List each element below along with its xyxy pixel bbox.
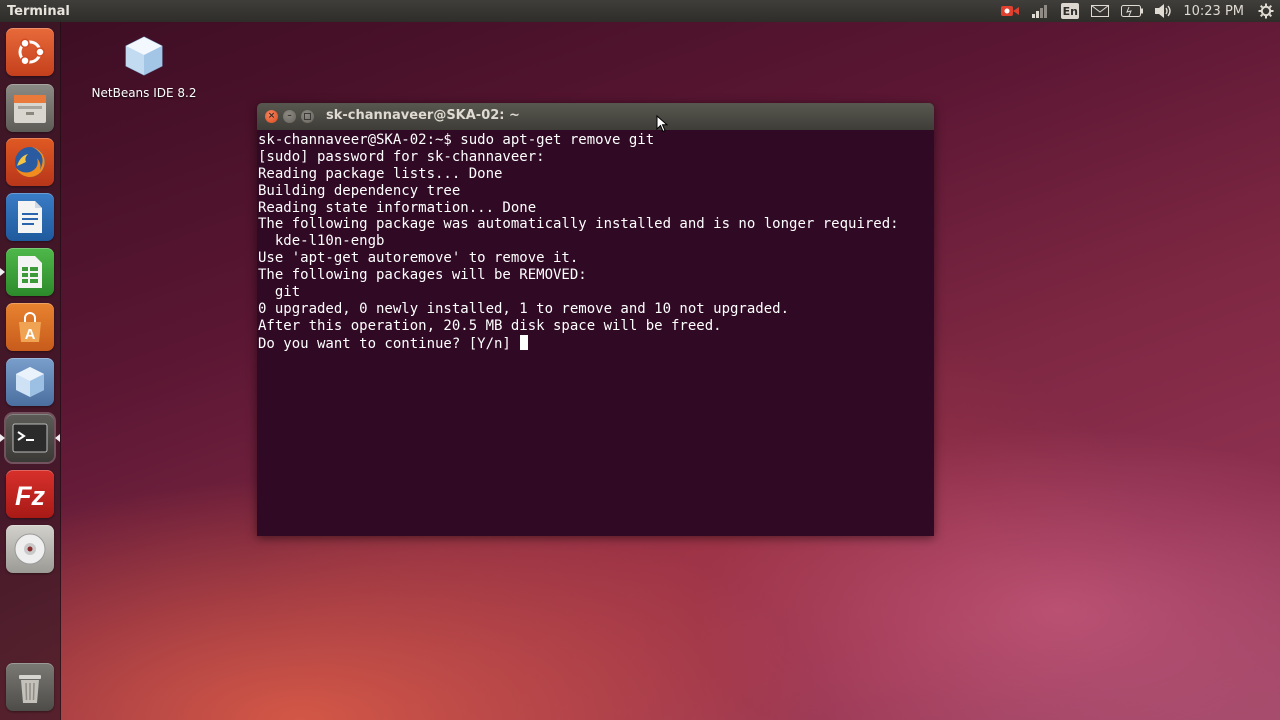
terminal-line: sk-channaveer@SKA-02:~$ sudo apt-get rem… <box>258 132 655 148</box>
launcher: A Fz <box>0 22 61 720</box>
launcher-running-indicator <box>0 434 5 442</box>
launcher-item-terminal[interactable] <box>6 414 54 462</box>
text-cursor <box>520 334 529 350</box>
keyboard-language-indicator[interactable]: En <box>1061 3 1080 19</box>
terminal-prompt: Do you want to continue? [Y/n] <box>258 335 520 352</box>
launcher-item-netbeans[interactable] <box>6 358 54 406</box>
file-manager-icon <box>14 95 46 123</box>
launcher-item-firefox[interactable] <box>6 138 54 186</box>
svg-text:Fz: Fz <box>15 481 45 511</box>
filezilla-icon: Fz <box>15 481 45 511</box>
terminal-line: git <box>258 284 301 301</box>
indicator-area: En 10:23 PM <box>995 0 1280 22</box>
launcher-focused-indicator <box>55 434 60 442</box>
disc-icon <box>14 533 46 565</box>
terminal-output[interactable]: sk-channaveer@SKA-02:~$ sudo apt-get rem… <box>257 130 934 536</box>
svg-text:A: A <box>25 326 36 343</box>
terminal-line: The following package was automatically … <box>258 216 899 233</box>
terminal-window[interactable]: × – sk-channaveer@SKA-02: ~ sk-channavee… <box>257 103 934 536</box>
terminal-line: The following packages will be REMOVED: <box>258 267 587 284</box>
top-panel: Terminal En 10:23 PM <box>0 0 1280 22</box>
terminal-prompt-line[interactable]: Do you want to continue? [Y/n] <box>258 334 933 352</box>
terminal-icon <box>12 423 48 453</box>
terminal-line: After this operation, 20.5 MB disk space… <box>258 317 722 334</box>
desktop-icon-netbeans[interactable]: NetBeans IDE 8.2 <box>88 34 200 100</box>
calc-icon <box>18 256 42 288</box>
minimize-icon: – <box>287 111 292 121</box>
settings-gear-icon[interactable] <box>1258 0 1274 22</box>
launcher-item-writer[interactable] <box>6 193 54 241</box>
maximize-button[interactable] <box>301 110 314 123</box>
window-title: sk-channaveer@SKA-02: ~ <box>326 108 520 123</box>
mouse-pointer-icon <box>656 115 668 133</box>
launcher-item-software-center[interactable]: A <box>6 303 54 351</box>
terminal-line: Building dependency tree <box>258 182 461 199</box>
netbeans-icon <box>125 36 163 76</box>
launcher-item-dash[interactable] <box>6 28 54 76</box>
launcher-running-indicator <box>0 268 5 276</box>
firefox-icon <box>15 147 45 177</box>
terminal-line: Reading package lists... Done <box>258 165 503 182</box>
ubuntu-logo-icon <box>18 38 45 66</box>
battery-icon[interactable] <box>1121 0 1144 22</box>
terminal-line: 0 upgraded, 0 newly installed, 1 to remo… <box>258 300 790 317</box>
desktop: Terminal En 10:23 PM A Fz NetBeans IDE 8… <box>0 0 1280 720</box>
netbeans-icon <box>16 367 44 397</box>
camera-recording-icon[interactable] <box>1001 0 1020 22</box>
window-titlebar[interactable]: × – sk-channaveer@SKA-02: ~ <box>257 103 934 130</box>
active-app-title: Terminal <box>7 3 70 19</box>
terminal-line: Reading state information... Done <box>258 199 537 216</box>
launcher-item-calc[interactable] <box>6 248 54 296</box>
close-icon: × <box>267 111 276 121</box>
close-button[interactable]: × <box>265 110 278 123</box>
minimize-button[interactable]: – <box>283 110 296 123</box>
writer-icon <box>18 201 42 233</box>
terminal-line: [sudo] password for sk-channaveer: <box>258 148 545 165</box>
launcher-item-files[interactable] <box>6 84 54 132</box>
launcher-item-filezilla[interactable]: Fz <box>6 470 54 518</box>
software-center-icon: A <box>19 312 41 343</box>
mail-icon[interactable] <box>1091 0 1110 22</box>
launcher-item-trash[interactable] <box>6 663 54 711</box>
maximize-icon <box>304 113 311 120</box>
terminal-line: Use 'apt-get autoremove' to remove it. <box>258 250 579 267</box>
clock[interactable]: 10:23 PM <box>1183 0 1244 22</box>
trash-icon <box>19 675 41 703</box>
desktop-icon-label: NetBeans IDE 8.2 <box>91 86 197 100</box>
terminal-line: kde-l10n-engb <box>258 233 385 250</box>
volume-icon[interactable] <box>1155 0 1173 22</box>
launcher-item-dvd[interactable] <box>6 525 54 573</box>
network-signal-icon[interactable] <box>1031 0 1049 22</box>
